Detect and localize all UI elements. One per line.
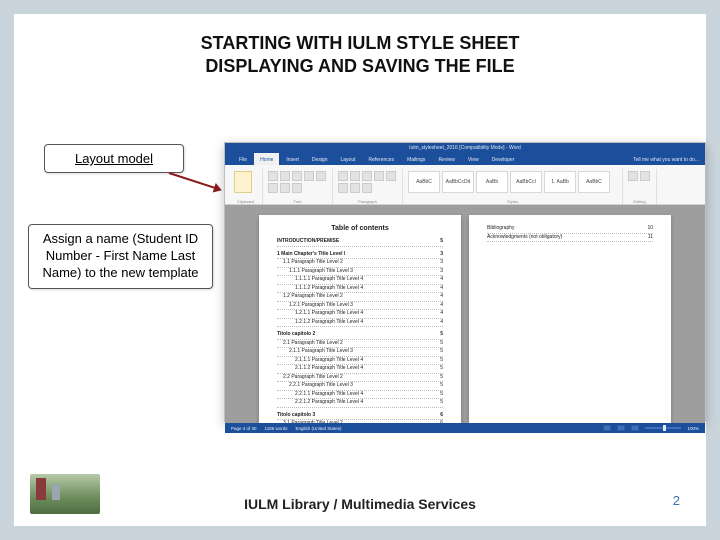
style-card[interactable]: AaBbC [578,171,610,193]
replace-icon[interactable] [640,171,650,181]
word-window: Iulm_stylesheet_2016 [Compatibility Mode… [224,142,706,422]
group-paragraph: Paragraph [333,169,403,204]
para-icon[interactable] [362,171,372,181]
group-label-font: Font [263,199,332,204]
toc-row: Titolo capitolo 36 [277,412,443,421]
find-icon[interactable] [628,171,638,181]
para-icon[interactable] [374,171,384,181]
bib-row: Bibliography10 [487,225,653,234]
ribbon: Clipboard Font Paragraph AaBbCAaBbCcDdAa… [225,165,705,205]
tab-mailings[interactable]: Mailings [401,153,431,165]
arrow-line [169,172,215,189]
font-icon[interactable] [268,183,278,193]
toc-row: 3.1 Paragraph Title Level 26 [277,420,443,423]
tab-home[interactable]: Home [254,153,279,165]
font-icon[interactable] [280,183,290,193]
title-line-1: STARTING WITH IULM STYLE SHEET [14,32,706,55]
view-read-icon[interactable] [603,425,611,431]
group-label-paragraph: Paragraph [333,199,402,204]
tab-review[interactable]: Review [432,153,460,165]
callout-layout-model-text: Layout model [75,151,153,166]
para-icon[interactable] [350,171,360,181]
toc-row: 2.2 Paragraph Title Level 25 [277,374,443,383]
toc-row: 1.2.1 Paragraph Title Level 34 [277,302,443,311]
toc-row: INTRODUCTION/PREMISE5 [277,238,443,247]
para-icon[interactable] [338,171,348,181]
style-card[interactable]: AaBbCcDd [442,171,474,193]
group-label-styles: Styles [403,199,622,204]
toc-row: 2.2.1 Paragraph Title Level 35 [277,382,443,391]
tab-insert[interactable]: Insert [280,153,305,165]
view-web-icon[interactable] [631,425,639,431]
slide-title: STARTING WITH IULM STYLE SHEET DISPLAYIN… [14,32,706,77]
tab-layout[interactable]: Layout [335,153,362,165]
toc-row: 1 Main Chapter's Title Level I3 [277,251,443,260]
view-print-icon[interactable] [617,425,625,431]
toc-row: 1.1.1.1 Paragraph Title Level 44 [277,276,443,285]
arrow-head-icon [213,183,224,195]
toc-row: 1.2 Paragraph Title Level 24 [277,293,443,302]
footer-text: IULM Library / Multimedia Services [14,496,706,512]
page-1-toc: Table of contents INTRODUCTION/PREMISE5 1… [259,215,461,423]
font-icon[interactable] [304,171,314,181]
callout-assign-name-text: Assign a name (Student ID Number - First… [42,231,198,280]
font-icon[interactable] [268,171,278,181]
tab-developer[interactable]: Developer [486,153,521,165]
toc-row: 2.2.1.2 Paragraph Title Level 45 [277,399,443,408]
toc-row: 1.1 Paragraph Title Level 23 [277,259,443,268]
tab-references[interactable]: References [363,153,401,165]
toc-row: Titolo capitolo 25 [277,331,443,340]
style-card[interactable]: AaBbC [408,171,440,193]
status-wordcount: 1186 words [265,426,288,431]
group-label-clipboard: Clipboard [229,199,262,204]
word-titlebar: Iulm_stylesheet_2016 [Compatibility Mode… [225,143,705,153]
group-label-editing: Editing [623,199,656,204]
style-card[interactable]: AaBbCcI [510,171,542,193]
toc-row: 2.1.1.2 Paragraph Title Level 45 [277,365,443,374]
group-font: Font [263,169,333,204]
toc-row: 1.2.1.1 Paragraph Title Level 44 [277,310,443,319]
title-line-2: DISPLAYING AND SAVING THE FILE [14,55,706,78]
zoom-level: 100% [687,426,699,431]
paste-button[interactable] [234,171,252,193]
font-icon[interactable] [292,183,302,193]
style-card[interactable]: 1. AaBb [544,171,576,193]
toc-row: 1.1.1.2 Paragraph Title Level 44 [277,285,443,294]
group-clipboard: Clipboard [229,169,263,204]
para-icon[interactable] [362,183,372,193]
slide-frame: STARTING WITH IULM STYLE SHEET DISPLAYIN… [0,0,720,540]
document-area[interactable]: Table of contents INTRODUCTION/PREMISE5 1… [225,205,705,423]
toc-row: 1.2.1.2 Paragraph Title Level 44 [277,319,443,328]
word-caption: Iulm_stylesheet_2016 [Compatibility Mode… [409,143,521,153]
tab-view[interactable]: View [462,153,485,165]
group-editing: Editing [623,169,657,204]
status-bar: Page 4 of 30 1186 words English (United … [225,423,705,433]
font-icon[interactable] [316,171,326,181]
para-icon[interactable] [350,183,360,193]
bib-row: Acknowledgments (not obligatory)11 [487,234,653,243]
tab-design[interactable]: Design [306,153,334,165]
toc-row: 2.1.1 Paragraph Title Level 35 [277,348,443,357]
callout-assign-name: Assign a name (Student ID Number - First… [28,224,213,289]
font-icon[interactable] [292,171,302,181]
slide-number: 2 [673,493,680,508]
para-icon[interactable] [338,183,348,193]
toc-heading: Table of contents [277,225,443,232]
toc-row: 2.1 Paragraph Title Level 25 [277,340,443,349]
group-styles: AaBbCAaBbCcDdAaBbAaBbCcI1. AaBbAaBbCStyl… [403,169,623,204]
tab-file[interactable]: File [233,153,253,165]
style-card[interactable]: AaBb [476,171,508,193]
zoom-slider[interactable] [645,427,681,429]
font-icon[interactable] [280,171,290,181]
toc-row: 2.2.1.1 Paragraph Title Level 45 [277,391,443,400]
callout-layout-model: Layout model [44,144,184,173]
para-icon[interactable] [386,171,396,181]
toc-row: 2.1.1.1 Paragraph Title Level 45 [277,357,443,366]
toc-row: 1.1.1 Paragraph Title Level 33 [277,268,443,277]
status-page: Page 4 of 30 [231,426,257,431]
tell-me-field[interactable]: Tell me what you want to do... [633,155,699,165]
page-2-bibliography: Bibliography10Acknowledgments (not oblig… [469,215,671,423]
status-language: English (United States) [295,426,341,431]
